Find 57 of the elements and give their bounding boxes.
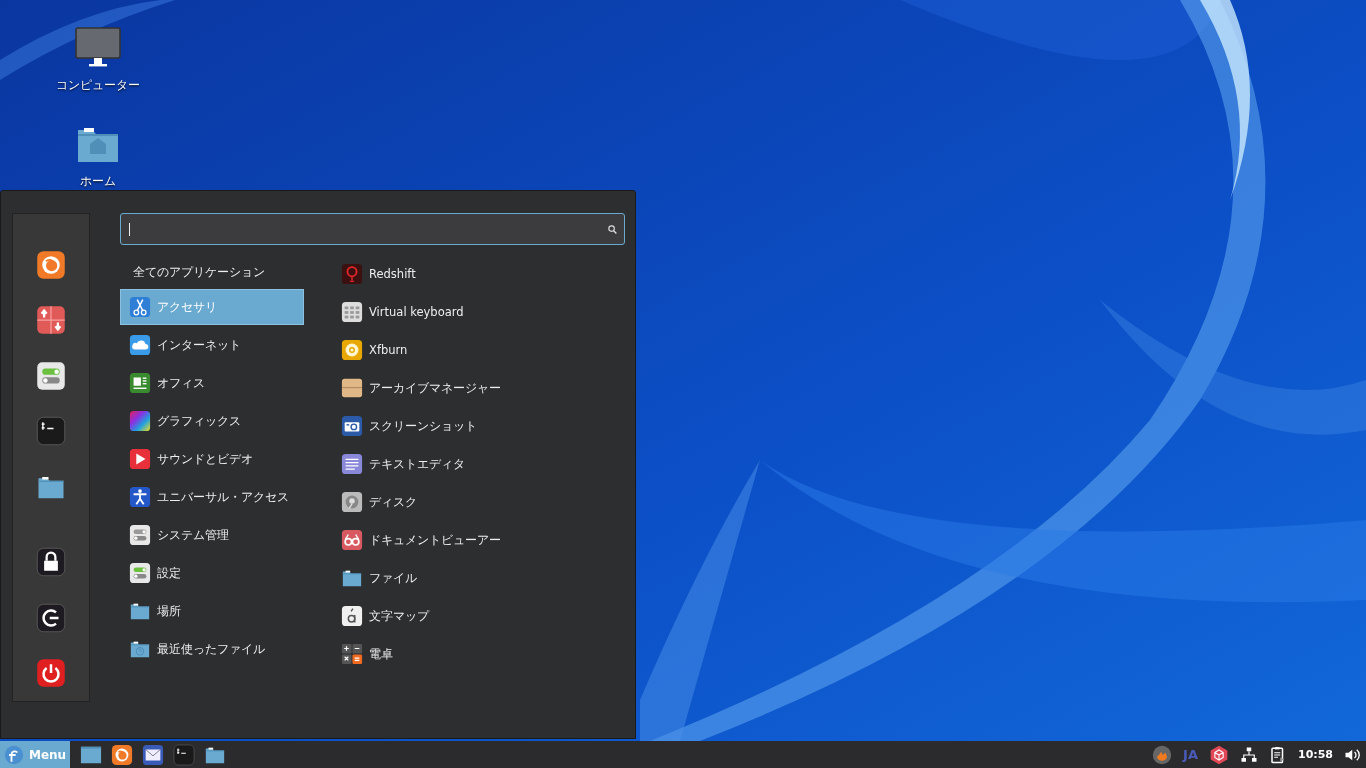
application-item[interactable]: アーカイブマネージャー — [339, 369, 503, 407]
clipboard-icon — [1269, 745, 1287, 764]
logout-icon — [36, 602, 66, 633]
application-item[interactable]: ディスク — [339, 483, 503, 521]
lock-icon — [36, 547, 66, 578]
clock[interactable]: 10:58 — [1298, 748, 1333, 761]
category-item[interactable]: 最近使ったファイル — [120, 631, 304, 667]
toggle-switches-icon — [129, 524, 151, 546]
camera-icon — [341, 415, 363, 437]
application-item[interactable]: 電卓 — [339, 635, 503, 673]
lightbulb-icon — [341, 263, 363, 285]
application-item[interactable]: Xfburn — [339, 331, 503, 369]
application-item[interactable]: ドキュメントビューアー — [339, 521, 503, 559]
browser-icon — [111, 743, 133, 766]
cloud-icon — [129, 334, 151, 356]
category-item[interactable]: 場所 — [120, 593, 304, 629]
color-palette-icon — [129, 410, 151, 432]
category-item[interactable]: ユニバーサル・アクセス — [120, 479, 304, 515]
application-item[interactable]: Redshift — [339, 255, 503, 293]
mail-icon — [142, 743, 164, 766]
update-arrows-icon — [36, 305, 66, 336]
category-item[interactable]: グラフィックス — [120, 403, 304, 439]
text-lines-icon — [341, 453, 363, 475]
network-icon — [1240, 745, 1258, 764]
document-icon — [129, 372, 151, 394]
keyboard-icon — [341, 301, 363, 323]
glasses-icon — [341, 529, 363, 551]
updater-tray-icon — [1152, 744, 1173, 765]
play-icon — [129, 448, 151, 470]
application-item[interactable]: ファイル — [339, 559, 503, 597]
application-item[interactable]: スクリーンショット — [339, 407, 503, 445]
logo-icon — [4, 744, 24, 765]
accessibility-icon — [129, 486, 151, 508]
search-icon — [607, 223, 618, 235]
box-icon — [341, 377, 363, 399]
settings-icon — [129, 562, 151, 584]
browser-icon — [36, 249, 66, 280]
search-field[interactable] — [120, 213, 625, 245]
category-item[interactable]: システム管理 — [120, 517, 304, 553]
category-item[interactable]: 設定 — [120, 555, 304, 591]
desktop-icon-label[interactable]: ホーム — [80, 174, 116, 188]
application-item[interactable]: 文字マップ — [339, 597, 503, 635]
terminal-icon — [173, 743, 195, 766]
application-item[interactable]: Virtual keyboard — [339, 293, 503, 331]
category-item[interactable]: インターネット — [120, 327, 304, 363]
calculator-icon — [341, 643, 363, 665]
desktop-icon-label[interactable]: コンピューター — [56, 78, 140, 92]
category-item[interactable]: サウンドとビデオ — [120, 441, 304, 477]
package-icon — [1209, 744, 1229, 765]
category-item[interactable]: オフィス — [120, 365, 304, 401]
terminal-icon — [36, 416, 66, 447]
power-icon — [36, 658, 66, 689]
character-map-icon — [341, 605, 363, 627]
scissors-icon — [129, 296, 151, 318]
application-item[interactable]: テキストエディタ — [339, 445, 503, 483]
all-applications-item[interactable]: 全てのアプリケーション — [120, 255, 304, 289]
toggle-switches-icon — [36, 360, 66, 391]
